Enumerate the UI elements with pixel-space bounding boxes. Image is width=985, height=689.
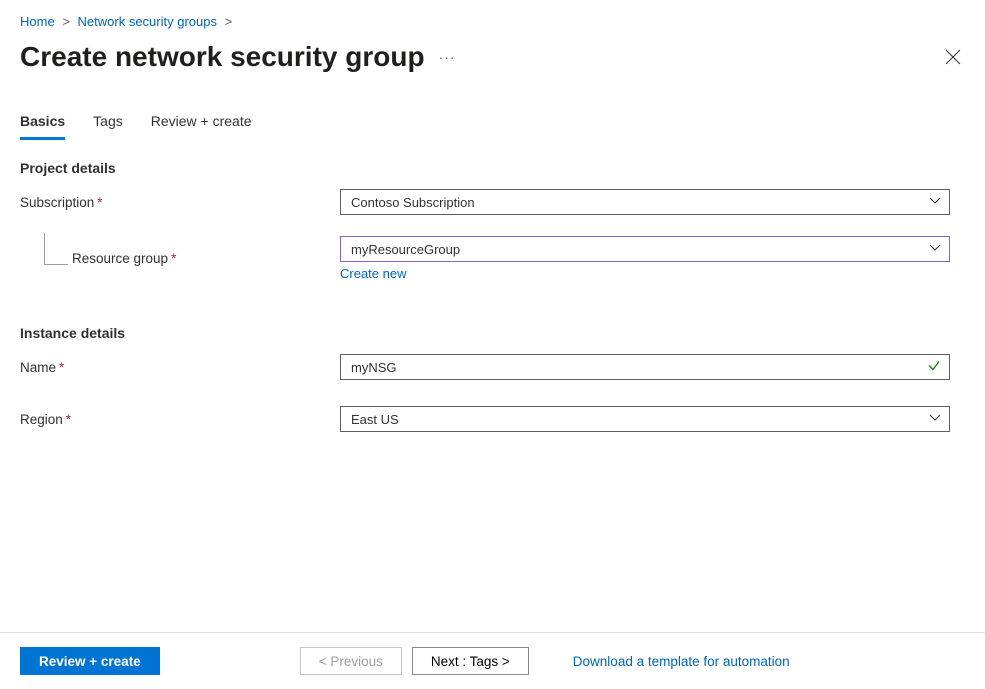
create-new-resource-group-link[interactable]: Create new (340, 266, 406, 281)
region-select[interactable]: East US (340, 406, 950, 432)
instance-details-heading: Instance details (20, 325, 965, 341)
footer: Review + create < Previous Next : Tags >… (0, 632, 985, 689)
breadcrumb-home[interactable]: Home (20, 14, 55, 29)
chevron-down-icon (929, 195, 941, 210)
resource-group-select[interactable]: myResourceGroup (340, 236, 950, 262)
subscription-select[interactable]: Contoso Subscription (340, 189, 950, 215)
tabs: Basics Tags Review + create (20, 113, 965, 140)
subscription-value: Contoso Subscription (351, 195, 475, 210)
required-indicator: * (171, 251, 176, 266)
check-icon (927, 359, 941, 376)
breadcrumb-nsg[interactable]: Network security groups (78, 14, 217, 29)
name-input[interactable]: myNSG (340, 354, 950, 380)
chevron-down-icon (929, 242, 941, 257)
download-template-link[interactable]: Download a template for automation (573, 654, 790, 669)
region-label: Region* (20, 412, 340, 427)
review-create-button[interactable]: Review + create (20, 647, 160, 675)
subscription-label: Subscription* (20, 195, 340, 210)
required-indicator: * (59, 360, 64, 375)
project-details-heading: Project details (20, 160, 965, 176)
name-label: Name* (20, 360, 340, 375)
previous-button: < Previous (300, 647, 402, 675)
close-button[interactable] (941, 45, 965, 69)
chevron-right-icon: > (62, 14, 70, 29)
chevron-down-icon (929, 412, 941, 427)
required-indicator: * (66, 412, 71, 427)
name-value: myNSG (351, 360, 397, 375)
required-indicator: * (97, 195, 102, 210)
tree-connector-icon (44, 233, 68, 265)
close-icon (945, 49, 961, 65)
resource-group-label: Resource group* (20, 251, 340, 266)
more-options-button[interactable]: ··· (439, 49, 456, 65)
breadcrumb: Home > Network security groups > (20, 14, 965, 29)
page-title: Create network security group (20, 41, 425, 73)
tab-tags[interactable]: Tags (93, 113, 123, 140)
region-value: East US (351, 412, 399, 427)
next-button[interactable]: Next : Tags > (412, 647, 529, 675)
chevron-right-icon: > (225, 14, 233, 29)
tab-basics[interactable]: Basics (20, 113, 65, 140)
resource-group-value: myResourceGroup (351, 242, 460, 257)
tab-review-create[interactable]: Review + create (151, 113, 252, 140)
